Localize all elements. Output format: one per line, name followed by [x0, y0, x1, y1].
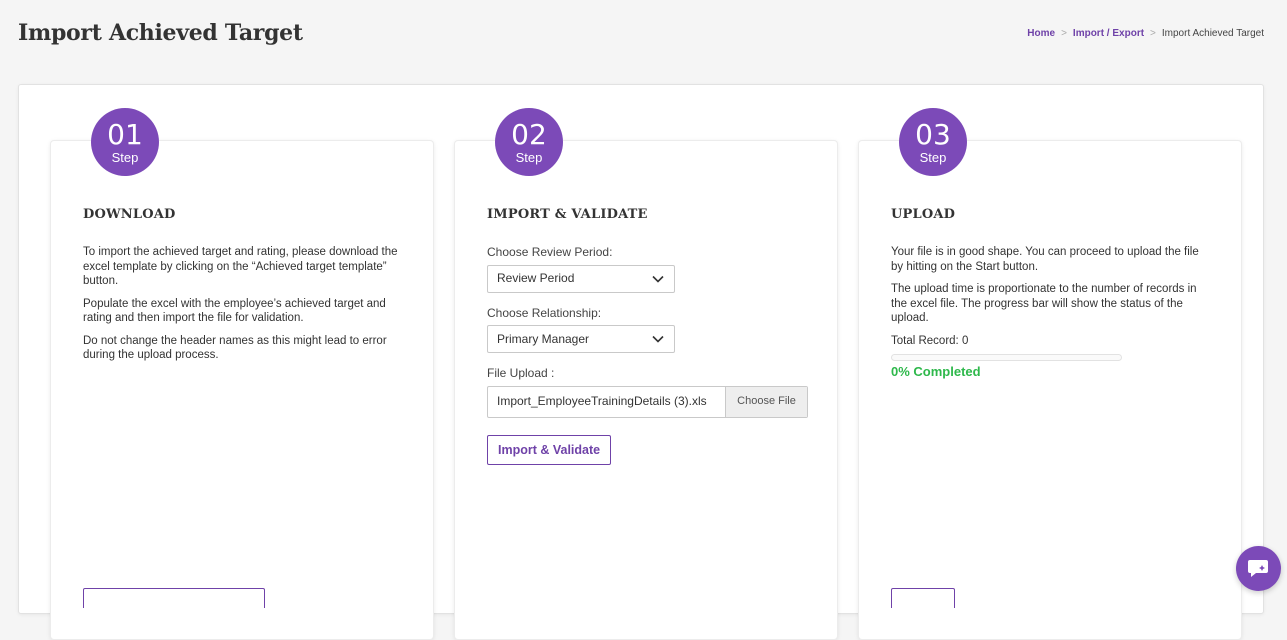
breadcrumb-separator: > [1061, 28, 1067, 39]
step-badge: 01 Step [91, 108, 159, 176]
card-body: To import the achieved target and rating… [83, 245, 403, 371]
upload-progress-bar [891, 354, 1122, 361]
breadcrumb-home[interactable]: Home [1027, 28, 1055, 39]
start-button[interactable] [891, 588, 955, 608]
step-badge: 03 Step [899, 108, 967, 176]
step-number: 02 [511, 117, 547, 151]
file-upload-input[interactable]: Import_EmployeeTrainingDetails (3).xls C… [487, 385, 808, 418]
step-number: 01 [107, 117, 143, 151]
step-card-import-validate: 02 Step IMPORT & VALIDATE Choose Review … [454, 108, 838, 640]
instruction-text: To import the achieved target and rating… [83, 246, 398, 287]
download-template-button[interactable] [83, 588, 265, 608]
review-period-label: Choose Review Period: [487, 245, 613, 259]
breadcrumb-current: Import Achieved Target [1161, 28, 1264, 39]
card-body: Your file is in good shape. You can proc… [891, 245, 1211, 380]
chat-button[interactable] [1236, 546, 1281, 591]
card-title: DOWNLOAD [83, 207, 176, 222]
relationship-select[interactable]: Primary Manager [487, 325, 675, 353]
instruction-text: Populate the excel with the employee’s a… [83, 297, 386, 325]
instruction-text: Your file is in good shape. You can proc… [891, 246, 1199, 273]
card-title: UPLOAD [891, 207, 956, 222]
step-label: Step [111, 149, 139, 165]
review-period-select[interactable]: Review Period [487, 264, 675, 293]
choose-file-button[interactable]: Choose File [725, 386, 807, 417]
review-period-value: Review Period [497, 271, 575, 286]
card-body: Choose Review Period: Review Period Choo… [487, 245, 808, 465]
relationship-value: Primary Manager [497, 331, 590, 346]
step-badge: 02 Step [495, 108, 563, 176]
progress-status: 0% Completed [891, 364, 981, 379]
step-label: Step [919, 149, 947, 165]
step-card-upload: 03 Step UPLOAD Your file is in good shap… [858, 108, 1242, 640]
breadcrumb-import-export[interactable]: Import / Export [1073, 28, 1144, 39]
chevron-down-icon [652, 335, 664, 343]
relationship-label: Choose Relationship: [487, 305, 602, 320]
page-title: Import Achieved Target [18, 20, 303, 46]
step-number: 03 [915, 117, 951, 151]
file-name: Import_EmployeeTrainingDetails (3).xls [497, 394, 707, 409]
total-record: Total Record: 0 [891, 334, 969, 347]
import-validate-button[interactable]: Import & Validate [487, 434, 612, 465]
file-upload-label: File Upload : [487, 366, 555, 380]
breadcrumb: Home > Import / Export > Import Achieved… [1027, 28, 1264, 39]
card-title: IMPORT & VALIDATE [487, 207, 648, 222]
step-card-download: 01 Step DOWNLOAD To import the achieved … [50, 108, 434, 640]
chevron-down-icon [652, 275, 664, 283]
main-panel: 01 Step DOWNLOAD To import the achieved … [18, 84, 1264, 640]
instruction-text: The upload time is proportionate to the … [891, 283, 1197, 324]
chat-icon [1247, 559, 1268, 577]
breadcrumb-separator: > [1150, 28, 1156, 39]
page-header: Import Achieved Target Home > Import / E… [0, 0, 1287, 70]
step-label: Step [515, 149, 543, 165]
instruction-text: Do not change the header names as this m… [83, 334, 387, 362]
